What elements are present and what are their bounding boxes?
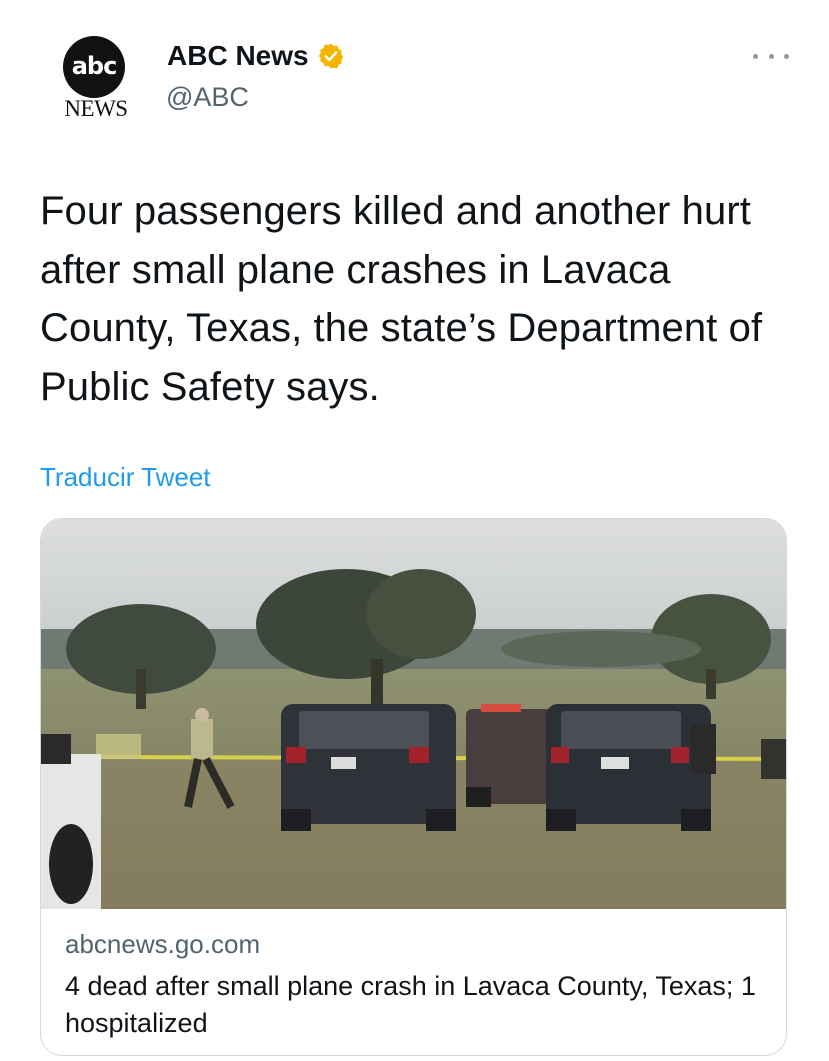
display-name-row[interactable]: ABC News xyxy=(167,40,345,72)
card-image[interactable] xyxy=(41,519,787,909)
more-options-icon[interactable] xyxy=(753,44,789,68)
card-title: 4 dead after small plane crash in Lavaca… xyxy=(65,971,756,1038)
tweet-text: Four passengers killed and another hurt … xyxy=(40,189,763,409)
user-handle[interactable]: @ABC xyxy=(166,82,249,113)
dot-icon xyxy=(768,53,774,59)
dot-icon xyxy=(753,53,758,59)
dot-icon xyxy=(784,53,789,59)
translate-tweet-link[interactable]: Traducir Tweet xyxy=(40,462,211,493)
abc-logo-circle: abc xyxy=(63,36,125,98)
card-domain: abcnews.go.com xyxy=(65,929,261,959)
avatar[interactable]: abc NEWS xyxy=(58,36,134,121)
verified-badge-icon xyxy=(318,43,343,69)
link-card[interactable]: abcnews.go.com 4 dead after small plane … xyxy=(40,518,787,1056)
display-name[interactable]: ABC News xyxy=(167,40,309,72)
news-logo-text: NEWS xyxy=(64,96,128,121)
abc-logo-text: abc xyxy=(71,52,118,80)
